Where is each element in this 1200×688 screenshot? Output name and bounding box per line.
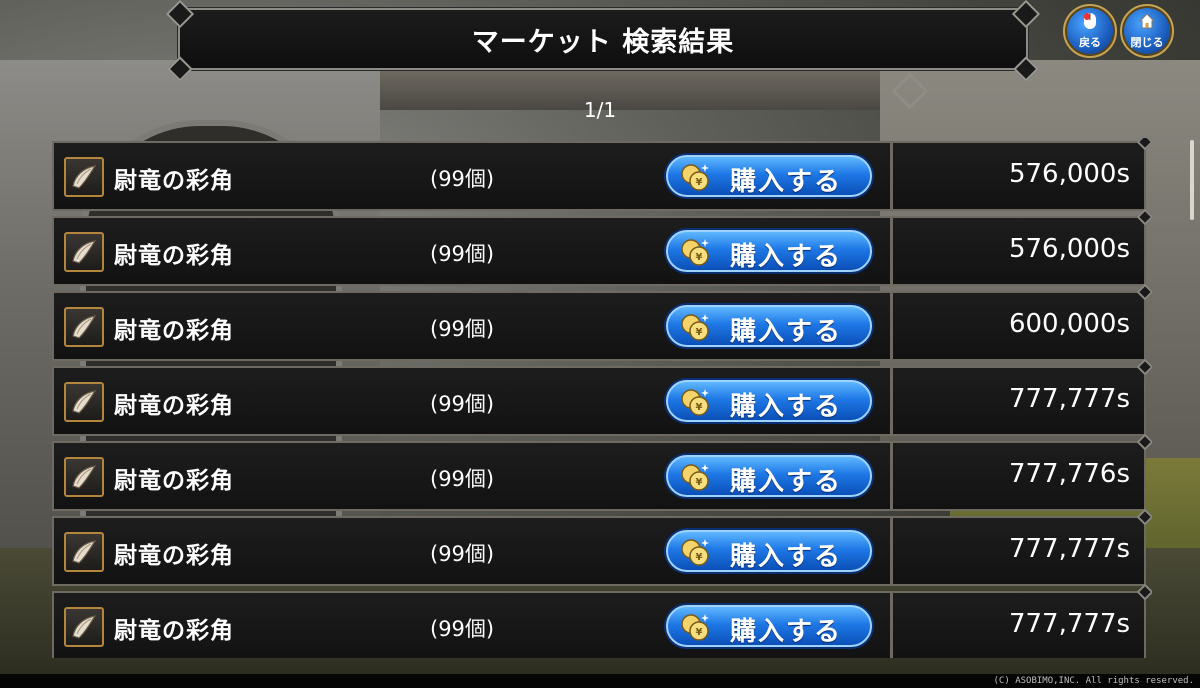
svg-text:¥: ¥	[696, 402, 703, 413]
svg-text:¥: ¥	[696, 627, 703, 638]
frame-ornament	[1136, 283, 1152, 301]
close-button-label: 閉じる	[1130, 36, 1164, 49]
frame-ornament	[1136, 138, 1152, 151]
item-price: 600,000s	[1008, 309, 1130, 339]
item-quantity: (99個)	[430, 167, 495, 191]
frame-ornament	[1136, 508, 1152, 526]
buy-button-label: 購入する	[730, 167, 843, 197]
buy-button-label: 購入する	[730, 467, 843, 497]
frame-ornament	[1136, 208, 1152, 226]
item-quantity: (99個)	[430, 542, 495, 566]
item-name: 尉竜の彩角	[114, 618, 234, 644]
listing-row: 尉竜の彩角 (99個) ¥ 購入する 777,777s	[52, 358, 1152, 436]
horn-item-icon[interactable]	[64, 307, 104, 347]
column-divider	[890, 366, 893, 436]
back-button-label: 戻る	[1079, 36, 1101, 49]
horn-item-icon[interactable]	[64, 382, 104, 422]
column-divider	[890, 291, 893, 361]
column-divider	[890, 441, 893, 511]
svg-text:¥: ¥	[696, 477, 703, 488]
item-name: 尉竜の彩角	[114, 168, 234, 194]
back-button[interactable]: 戻る	[1063, 4, 1117, 58]
page-title: マーケット 検索結果	[471, 26, 735, 58]
column-divider	[890, 216, 893, 286]
item-name: 尉竜の彩角	[114, 393, 234, 419]
copyright-text: (C) ASOBIMO,INC. All rights reserved.	[0, 674, 1200, 688]
house-icon	[1138, 12, 1156, 34]
horn-item-icon[interactable]	[64, 532, 104, 572]
buy-button[interactable]: ¥ 購入する	[666, 380, 872, 422]
item-name: 尉竜の彩角	[114, 468, 234, 494]
frame-ornament	[1136, 433, 1152, 451]
item-quantity: (99個)	[430, 242, 495, 266]
item-price: 777,777s	[1008, 534, 1130, 564]
coin-icon: ¥	[678, 610, 712, 644]
item-price: 576,000s	[1008, 159, 1130, 189]
column-divider	[890, 591, 893, 658]
coin-icon: ¥	[678, 310, 712, 344]
item-quantity: (99個)	[430, 317, 495, 341]
title-bar: マーケット 検索結果	[167, 7, 1039, 82]
mouse-icon	[1082, 12, 1098, 34]
listing-row: 尉竜の彩角 (99個) ¥ 購入する 777,776s	[52, 433, 1152, 511]
coin-icon: ¥	[678, 535, 712, 569]
buy-button[interactable]: ¥ 購入する	[666, 230, 872, 272]
item-quantity: (99個)	[430, 467, 495, 491]
column-divider	[890, 516, 893, 586]
coin-icon: ¥	[678, 235, 712, 269]
horn-item-icon[interactable]	[64, 457, 104, 497]
svg-text:¥: ¥	[696, 327, 703, 338]
scrollbar[interactable]	[1190, 140, 1194, 220]
buy-button[interactable]: ¥ 購入する	[666, 605, 872, 647]
item-price: 777,777s	[1008, 384, 1130, 414]
buy-button-label: 購入する	[730, 392, 843, 422]
buy-button-label: 購入する	[730, 317, 843, 347]
coin-icon: ¥	[678, 160, 712, 194]
item-quantity: (99個)	[430, 392, 495, 416]
page-indicator: 1/1	[583, 98, 617, 122]
item-quantity: (99個)	[430, 617, 495, 641]
buy-button-label: 購入する	[730, 542, 843, 572]
close-button[interactable]: 閉じる	[1120, 4, 1174, 58]
item-price: 576,000s	[1008, 234, 1130, 264]
item-price: 777,777s	[1008, 609, 1130, 639]
horn-item-icon[interactable]	[64, 157, 104, 197]
horn-item-icon[interactable]	[64, 607, 104, 647]
buy-button-label: 購入する	[730, 242, 843, 272]
frame-ornament	[1136, 583, 1152, 601]
buy-button[interactable]: ¥ 購入する	[666, 305, 872, 347]
buy-button[interactable]: ¥ 購入する	[666, 530, 872, 572]
listing-row: 尉竜の彩角 (99個) ¥ 購入する 600,000s	[52, 283, 1152, 361]
item-price: 777,776s	[1008, 459, 1130, 489]
listing-row: 尉竜の彩角 (99個) ¥ 購入する 777,777s	[52, 583, 1152, 658]
item-name: 尉竜の彩角	[114, 243, 234, 269]
svg-text:¥: ¥	[696, 552, 703, 563]
listing-row: 尉竜の彩角 (99個) ¥ 購入する 777,777s	[52, 508, 1152, 586]
svg-text:¥: ¥	[696, 177, 703, 188]
svg-text:¥: ¥	[696, 252, 703, 263]
background-roof	[380, 70, 900, 110]
horn-item-icon[interactable]	[64, 232, 104, 272]
listing-list[interactable]: 尉竜の彩角 (99個) ¥ 購入する 576,000s 尉竜の彩角 (99個) …	[42, 138, 1152, 658]
item-name: 尉竜の彩角	[114, 318, 234, 344]
coin-icon: ¥	[678, 460, 712, 494]
buy-button[interactable]: ¥ 購入する	[666, 155, 872, 197]
item-name: 尉竜の彩角	[114, 543, 234, 569]
frame-ornament	[1136, 358, 1152, 376]
listing-row: 尉竜の彩角 (99個) ¥ 購入する 576,000s	[52, 138, 1152, 211]
buy-button-label: 購入する	[730, 617, 843, 647]
buy-button[interactable]: ¥ 購入する	[666, 455, 872, 497]
coin-icon: ¥	[678, 385, 712, 419]
listing-row: 尉竜の彩角 (99個) ¥ 購入する 576,000s	[52, 208, 1152, 286]
column-divider	[890, 141, 893, 211]
